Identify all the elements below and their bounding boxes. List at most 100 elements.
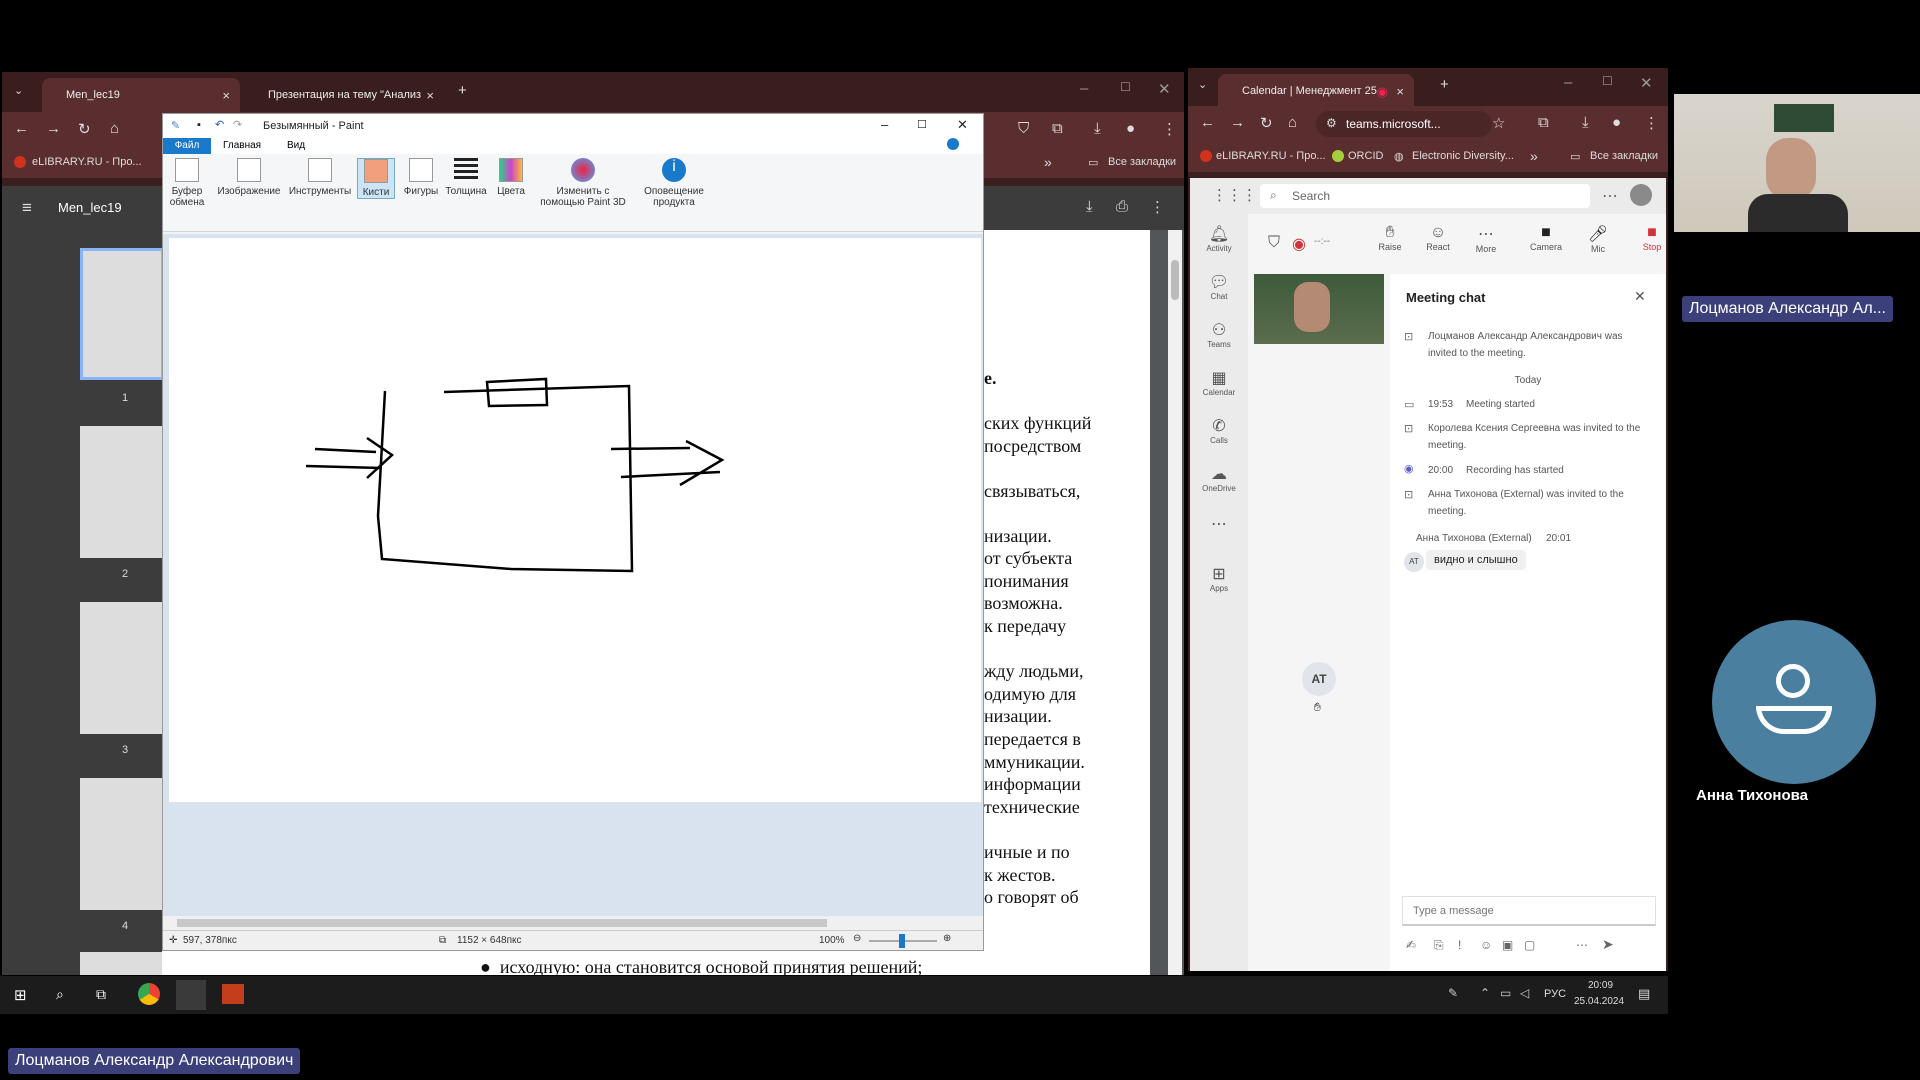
react-button[interactable]: ☺ React xyxy=(1418,224,1458,252)
bookmark-elibrary[interactable]: eLIBRARY.RU - Про... xyxy=(32,156,142,168)
back-icon[interactable]: ← xyxy=(14,120,29,137)
tab-men-lec19[interactable]: Men_lec19 × xyxy=(42,78,240,112)
thumbnail-page-1[interactable] xyxy=(80,248,164,380)
notification-icon[interactable]: ▤ xyxy=(1638,986,1650,1002)
tab-search-icon[interactable]: ⌄ xyxy=(14,84,23,97)
thumbnail-page-2[interactable] xyxy=(80,426,164,558)
profile-icon[interactable]: ● xyxy=(1612,114,1621,131)
more-icon[interactable]: ⋯ xyxy=(1602,186,1618,206)
minimize-icon[interactable]: – xyxy=(1080,80,1088,97)
home-icon[interactable]: ⌂ xyxy=(110,120,119,137)
forward-icon[interactable]: → xyxy=(46,120,61,137)
zoom-slider-handle[interactable] xyxy=(899,934,905,948)
maximize-icon[interactable]: ☐ xyxy=(917,118,927,131)
camera-button[interactable]: ■ Camera xyxy=(1524,224,1568,252)
back-icon[interactable]: ← xyxy=(1200,114,1215,131)
search-icon[interactable]: ⌕ xyxy=(56,986,64,1003)
paint-horizontal-scrollbar[interactable] xyxy=(163,916,983,930)
thumbnail-page-4[interactable] xyxy=(80,778,164,910)
reload-icon[interactable]: ↻ xyxy=(1260,114,1273,132)
clock-time[interactable]: 20:09 xyxy=(1588,980,1613,991)
undo-icon[interactable]: ↶ xyxy=(215,118,224,131)
participant-avatar[interactable] xyxy=(1712,620,1876,784)
paint-taskbar-icon[interactable] xyxy=(176,980,206,1010)
search-box[interactable]: ⌕ Search xyxy=(1260,184,1590,208)
scrollbar-thumb[interactable] xyxy=(177,919,827,927)
close-window-icon[interactable]: ✕ xyxy=(1640,74,1653,92)
task-view-icon[interactable]: ⧉ xyxy=(96,986,106,1003)
rail-chat[interactable]: 💬︎ Chat xyxy=(1190,272,1248,301)
bookmark-orcid[interactable]: ORCID xyxy=(1348,150,1383,162)
menu-icon[interactable]: ⋮ xyxy=(1644,114,1659,132)
reload-icon[interactable]: ↻ xyxy=(78,120,91,138)
image-button[interactable]: Изображение xyxy=(215,158,283,197)
gif-icon[interactable]: ▣ xyxy=(1502,938,1513,952)
chevron-up-icon[interactable]: ⌃ xyxy=(1480,986,1490,1000)
app-launcher-icon[interactable]: ⋮⋮⋮ xyxy=(1212,186,1257,204)
avatar[interactable]: AT xyxy=(1404,552,1424,572)
maximize-icon[interactable]: ☐ xyxy=(1602,74,1613,88)
zoom-in-icon[interactable]: ⊕ xyxy=(943,933,951,944)
bookmark-all[interactable]: Все закладки xyxy=(1590,150,1658,162)
thumbnail-page-5[interactable] xyxy=(80,952,164,975)
close-window-icon[interactable]: ✕ xyxy=(1158,80,1171,98)
more-button[interactable]: ⋯ More xyxy=(1466,224,1506,254)
zoom-out-icon[interactable]: ⊖ xyxy=(853,933,861,944)
menu-file[interactable]: Файл xyxy=(163,138,211,154)
paint-canvas[interactable] xyxy=(169,238,981,802)
menu-icon[interactable]: ⋮ xyxy=(1162,120,1177,138)
profile-icon[interactable]: ● xyxy=(1126,120,1135,137)
self-video-tile[interactable] xyxy=(1254,274,1384,344)
print-icon[interactable]: ⎙ xyxy=(1116,198,1128,215)
raise-hand-button[interactable]: ✋︎ Raise xyxy=(1370,224,1410,252)
address-bar[interactable]: ⚙ teams.microsoft... xyxy=(1316,111,1492,137)
participant-avatar[interactable]: AT xyxy=(1302,662,1336,696)
menu-home[interactable]: Главная xyxy=(223,140,261,151)
minimize-icon[interactable]: – xyxy=(881,117,888,132)
volume-icon[interactable]: ◁ xyxy=(1520,986,1529,1000)
bookmark-electronic-diversity[interactable]: Electronic Diversity... xyxy=(1412,150,1514,162)
new-tab-icon[interactable]: + xyxy=(1440,76,1449,93)
powerpoint-icon[interactable] xyxy=(222,984,244,1004)
size-button[interactable]: Толщина xyxy=(443,158,489,197)
tab-search-icon[interactable]: ⌄ xyxy=(1198,78,1207,91)
home-icon[interactable]: ⌂ xyxy=(1288,114,1297,131)
rail-onedrive[interactable]: ☁ OneDrive xyxy=(1190,464,1248,493)
rail-calls[interactable]: ✆ Calls xyxy=(1190,416,1248,445)
rail-calendar[interactable]: ▦ Calendar xyxy=(1190,368,1248,397)
site-info-icon[interactable]: ⚙ xyxy=(1326,116,1337,130)
tools-button[interactable]: Инструменты xyxy=(287,158,353,197)
minimize-icon[interactable]: – xyxy=(1564,74,1572,91)
rail-more[interactable]: ⋯ xyxy=(1190,514,1248,534)
download-icon[interactable]: ⤓ xyxy=(1086,198,1093,215)
paint3d-button[interactable]: Изменить с помощью Paint 3D xyxy=(535,158,631,208)
rail-apps[interactable]: ⊞ Apps xyxy=(1190,564,1248,593)
more-icon[interactable]: ⋯ xyxy=(1576,938,1588,952)
emoji-icon[interactable]: ☺ xyxy=(1480,938,1492,952)
pdf-scrollbar[interactable] xyxy=(1168,230,1182,975)
notification-button[interactable]: i Оповещение продукта xyxy=(635,158,713,208)
download-icon[interactable]: ⤓ xyxy=(1582,114,1589,131)
presenter-video[interactable] xyxy=(1674,94,1920,232)
more-icon[interactable]: ⋮ xyxy=(1150,198,1165,216)
message-input[interactable]: Type a message xyxy=(1402,896,1656,926)
bookmark-all[interactable]: Все закладки xyxy=(1108,156,1176,168)
network-icon[interactable]: ▭ xyxy=(1500,986,1511,1000)
close-icon[interactable]: × xyxy=(1396,84,1404,99)
attach-icon[interactable]: ⎘ xyxy=(1434,938,1444,953)
pen-icon[interactable]: ✎ xyxy=(1448,986,1458,1000)
priority-icon[interactable]: ! xyxy=(1458,938,1461,952)
redo-icon[interactable]: ↷ xyxy=(233,118,242,131)
send-icon[interactable]: ➤ xyxy=(1602,936,1614,953)
format-icon[interactable]: ✍︎ xyxy=(1406,938,1416,952)
clipboard-button[interactable]: Буфер обмена xyxy=(167,158,207,208)
star-icon[interactable]: ☆ xyxy=(1492,114,1505,132)
forward-icon[interactable]: → xyxy=(1230,114,1245,131)
close-icon[interactable]: ✕ xyxy=(957,117,968,133)
language-indicator[interactable]: РУС xyxy=(1544,988,1566,1000)
extensions-icon[interactable]: ⧉ xyxy=(1538,114,1549,131)
clock-date[interactable]: 25.04.2024 xyxy=(1574,996,1624,1007)
chevron-right-icon[interactable]: » xyxy=(1530,148,1538,164)
windows-start-icon[interactable]: ⊞ xyxy=(14,986,27,1004)
chrome-icon[interactable] xyxy=(138,983,160,1005)
